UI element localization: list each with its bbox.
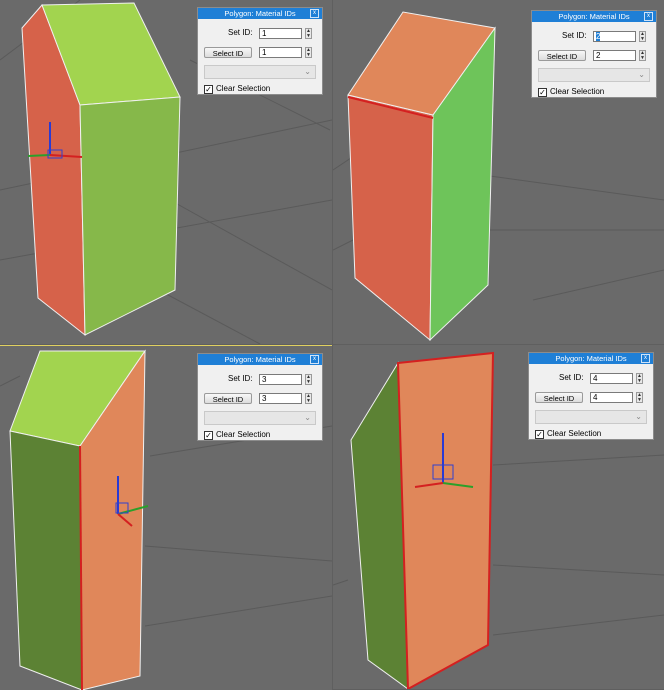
set-id-label: Set ID: xyxy=(562,31,587,40)
clear-selection-label: Clear Selection xyxy=(216,84,271,93)
panel-title-text: Polygon: Material IDs xyxy=(224,9,296,18)
spin-down-icon: ▼ xyxy=(306,33,311,39)
face-orange-front xyxy=(396,351,495,689)
chevron-down-icon: ⌄ xyxy=(638,70,645,79)
spin-down-icon: ▼ xyxy=(640,55,645,61)
panel-title: Polygon: Material IDs x xyxy=(198,354,322,365)
clear-selection-label: Clear Selection xyxy=(547,429,602,438)
select-id-button[interactable]: Select ID xyxy=(204,393,252,404)
set-id-spinner[interactable]: ▲ ▼ xyxy=(305,374,312,385)
close-icon[interactable]: x xyxy=(644,12,653,21)
set-id-label: Set ID: xyxy=(228,28,253,37)
clear-selection-checkbox[interactable]: ✓ xyxy=(204,431,213,440)
set-id-field[interactable]: 3 xyxy=(259,374,302,385)
select-id-spinner[interactable]: ▲ ▼ xyxy=(305,393,312,404)
spin-down-icon: ▼ xyxy=(306,379,311,385)
select-id-button[interactable]: Select ID xyxy=(535,392,583,403)
select-id-spinner[interactable]: ▲ ▼ xyxy=(639,50,646,61)
set-id-spinner[interactable]: ▲ ▼ xyxy=(636,373,643,384)
chevron-down-icon: ⌄ xyxy=(304,413,311,422)
panel-title-text: Polygon: Material IDs xyxy=(224,355,296,364)
clear-selection-checkbox[interactable]: ✓ xyxy=(535,430,544,439)
clear-selection-checkbox[interactable]: ✓ xyxy=(538,88,547,97)
select-id-field[interactable]: 2 xyxy=(593,50,636,61)
close-icon[interactable]: x xyxy=(310,355,319,364)
set-id-label: Set ID: xyxy=(228,374,253,383)
material-id-panel-1: Polygon: Material IDs x Set ID: 1 ▲ ▼ Sele… xyxy=(197,7,323,95)
select-id-button[interactable]: Select ID xyxy=(538,50,586,61)
set-id-field[interactable]: 2 xyxy=(593,31,636,42)
spin-down-icon: ▼ xyxy=(306,52,311,58)
material-name-combo[interactable]: ⌄ xyxy=(204,411,316,425)
clear-selection-checkbox[interactable]: ✓ xyxy=(204,85,213,94)
material-id-panel-4: Polygon: Material IDs x Set ID: 4 ▲ ▼ Sele… xyxy=(528,352,654,440)
viewport-top-left[interactable]: Polygon: Material IDs x Set ID: 1 ▲ ▼ Sele… xyxy=(0,0,332,344)
viewport-top-right[interactable]: Polygon: Material IDs x Set ID: 2 ▲ ▼ Sele… xyxy=(333,0,664,344)
panel-title-text: Polygon: Material IDs xyxy=(558,12,630,21)
select-id-button[interactable]: Select ID xyxy=(204,47,252,58)
chevron-down-icon: ⌄ xyxy=(304,67,311,76)
spin-down-icon: ▼ xyxy=(637,378,642,384)
chevron-down-icon: ⌄ xyxy=(635,412,642,421)
panel-title: Polygon: Material IDs x xyxy=(532,11,656,22)
set-id-field[interactable]: 1 xyxy=(259,28,302,39)
set-id-spinner[interactable]: ▲ ▼ xyxy=(639,31,646,42)
set-id-field[interactable]: 4 xyxy=(590,373,633,384)
select-id-field[interactable]: 4 xyxy=(590,392,633,403)
face-dark-green-side xyxy=(9,430,83,690)
select-id-field[interactable]: 1 xyxy=(259,47,302,58)
material-id-panel-2: Polygon: Material IDs x Set ID: 2 ▲ ▼ Sele… xyxy=(531,10,657,98)
material-name-combo[interactable]: ⌄ xyxy=(535,410,647,424)
spin-down-icon: ▼ xyxy=(306,398,311,404)
face-green-front xyxy=(79,96,181,336)
close-icon[interactable]: x xyxy=(641,354,650,363)
viewport-bottom-left[interactable]: Polygon: Material IDs x Set ID: 3 ▲ ▼ Sele… xyxy=(0,345,332,690)
select-id-spinner[interactable]: ▲ ▼ xyxy=(636,392,643,403)
clear-selection-label: Clear Selection xyxy=(216,430,271,439)
set-id-selected-text: 2 xyxy=(596,32,601,41)
panel-title: Polygon: Material IDs x xyxy=(198,8,322,19)
select-id-spinner[interactable]: ▲ ▼ xyxy=(305,47,312,58)
clear-selection-label: Clear Selection xyxy=(550,87,605,96)
panel-title-text: Polygon: Material IDs xyxy=(555,354,627,363)
material-id-panel-3: Polygon: Material IDs x Set ID: 3 ▲ ▼ Sele… xyxy=(197,353,323,441)
close-icon[interactable]: x xyxy=(310,9,319,18)
set-id-label: Set ID: xyxy=(559,373,584,382)
material-name-combo[interactable]: ⌄ xyxy=(538,68,650,82)
panel-title: Polygon: Material IDs x xyxy=(529,353,653,364)
face-red-front xyxy=(347,94,434,342)
material-name-combo[interactable]: ⌄ xyxy=(204,65,316,79)
viewport-bottom-right[interactable]: Polygon: Material IDs x Set ID: 4 ▲ ▼ Sele… xyxy=(333,345,664,689)
spin-down-icon: ▼ xyxy=(640,36,645,42)
spin-down-icon: ▼ xyxy=(637,397,642,403)
set-id-spinner[interactable]: ▲ ▼ xyxy=(305,28,312,39)
select-id-field[interactable]: 3 xyxy=(259,393,302,404)
